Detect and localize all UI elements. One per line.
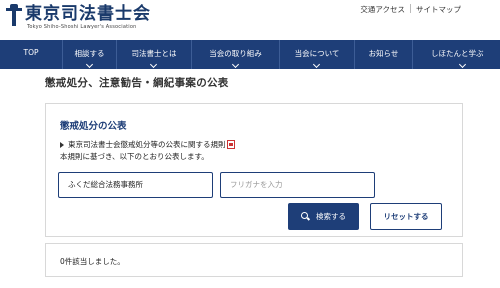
nav-item-label: しほたんと学ぶ	[431, 49, 484, 58]
logo-emblem-icon	[6, 4, 22, 26]
pdf-icon	[226, 140, 235, 149]
nav-item-shihotan[interactable]: しほたんと学ぶ	[413, 40, 500, 69]
chevron-down-icon	[231, 60, 239, 69]
reset-button-label: リセットする	[383, 212, 429, 221]
nav-item-about-shiho[interactable]: 司法書士とは	[117, 40, 192, 69]
triangle-right-icon	[60, 141, 64, 148]
reset-button[interactable]: リセットする	[370, 203, 442, 230]
site-logo[interactable]: 東京司法書士会 Tokyo Shiho-Shoshi Lawyer's Asso…	[6, 4, 151, 31]
nav-item-label: 当会の取り組み	[209, 49, 262, 58]
nav-item-label: お知らせ	[368, 49, 399, 58]
site-header: 東京司法書士会 Tokyo Shiho-Shoshi Lawyer's Asso…	[0, 0, 500, 38]
furigana-input[interactable]: フリガナを入力	[220, 172, 375, 198]
search-icon	[301, 212, 310, 221]
logo-title: 東京司法書士会	[25, 4, 151, 24]
utility-links: 交通アクセス サイトマップ	[355, 4, 466, 15]
chevron-down-icon	[85, 60, 93, 69]
nav-item-consult[interactable]: 相談する	[63, 40, 117, 69]
nav-item-label: 当会について	[294, 49, 340, 58]
office-name-input[interactable]: ふくだ総合法務事務所	[58, 172, 213, 198]
search-card: 懲戒処分の公表 東京司法書士会懲戒処分等の公表に関する規則 本規則に基づき、以下…	[45, 103, 463, 237]
result-box: 0件該当しました。	[45, 243, 463, 277]
chevron-down-icon	[312, 60, 321, 69]
nav-item-initiatives[interactable]: 当会の取り組み	[192, 40, 280, 69]
page-title: 懲戒処分、注意勧告・綱紀事案の公表	[45, 77, 229, 89]
nav-item-label: 司法書士とは	[131, 49, 177, 58]
nav-item-about-association[interactable]: 当会について	[280, 40, 355, 69]
chevron-down-icon	[149, 60, 158, 69]
logo-subtitle: Tokyo Shiho-Shoshi Lawyer's Association	[27, 24, 137, 30]
main-nav: TOP 相談する 司法書士とは 当会の取り組み 当会について お知らせ しほたん…	[0, 40, 500, 69]
rule-link[interactable]: 東京司法書士会懲戒処分等の公表に関する規則	[60, 139, 235, 150]
nav-item-label: TOP	[23, 48, 39, 57]
section-title: 懲戒処分の公表	[60, 121, 127, 132]
chevron-down-icon	[458, 60, 467, 69]
nav-item-top[interactable]: TOP	[0, 40, 63, 69]
sitemap-link[interactable]: サイトマップ	[411, 4, 466, 15]
search-button[interactable]: 検索する	[288, 203, 359, 230]
access-link[interactable]: 交通アクセス	[355, 4, 410, 15]
search-button-label: 検索する	[316, 212, 346, 221]
description-text: 本規則に基づき、以下のとおり公表します。	[60, 152, 209, 161]
nav-item-label: 相談する	[74, 49, 105, 58]
result-count-text: 0件該当しました。	[60, 257, 125, 266]
nav-item-news[interactable]: お知らせ	[355, 40, 413, 69]
rule-link-label: 東京司法書士会懲戒処分等の公表に関する規則	[68, 140, 226, 149]
